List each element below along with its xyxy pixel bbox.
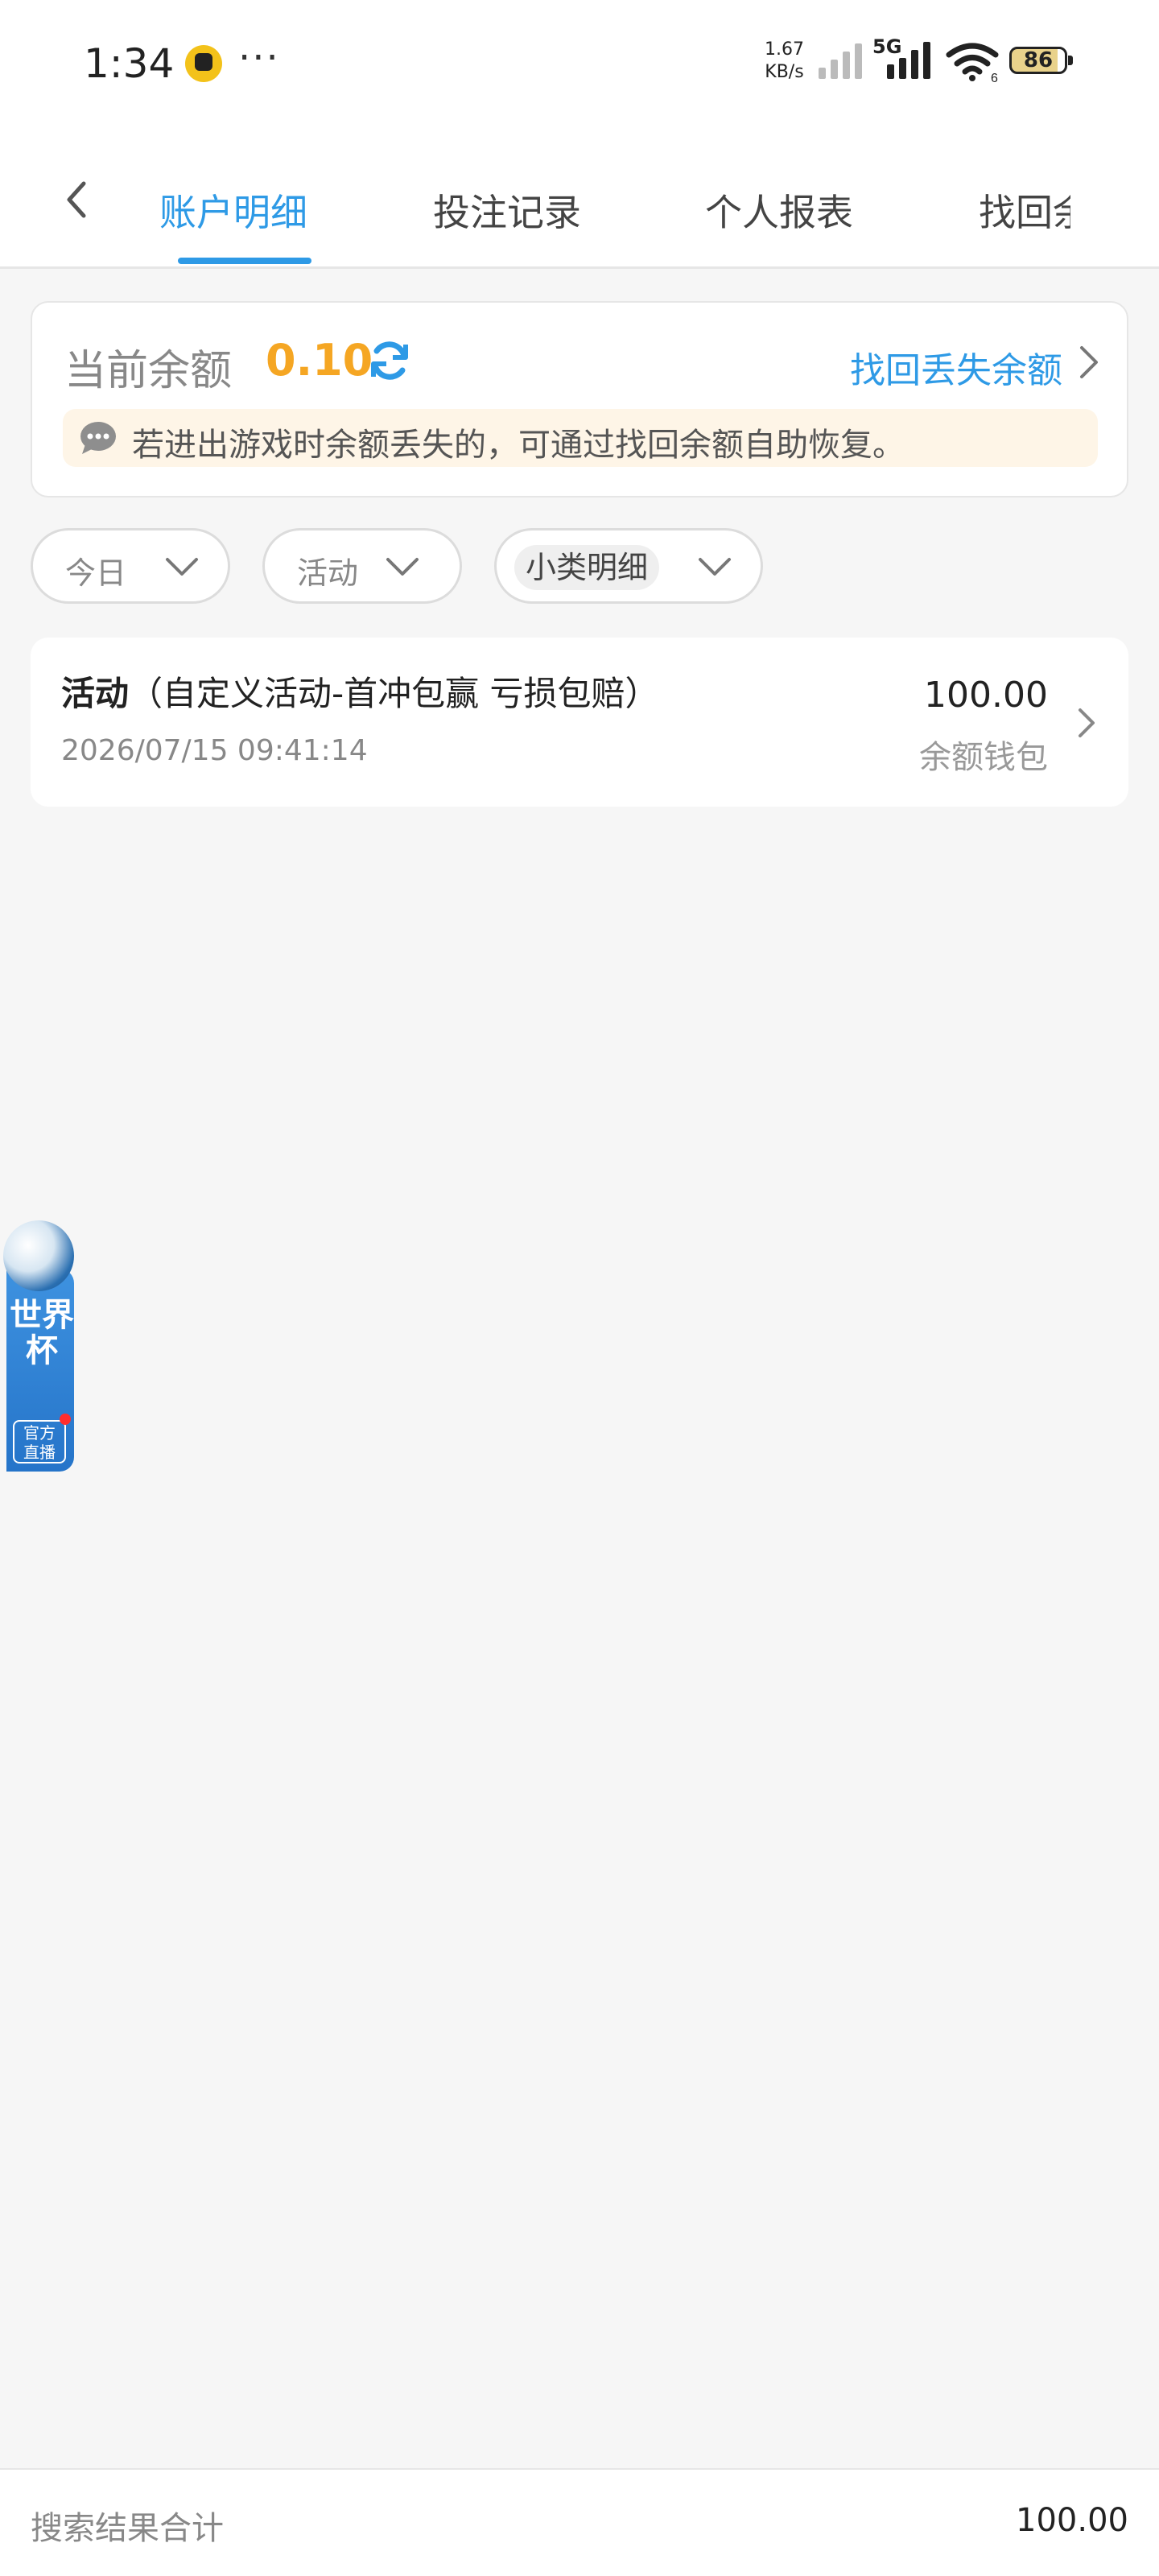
active-tab-indicator — [178, 258, 311, 264]
more-notifications-icon: ··· — [238, 35, 280, 80]
status-time: 1:34 — [84, 40, 175, 87]
chevron-down-icon — [699, 558, 731, 576]
net-speed: 1.67 KB/s — [765, 39, 804, 84]
subcategory-filter-dropdown[interactable]: 小类明细 — [494, 528, 763, 604]
tab-bet-records[interactable]: 投注记录 — [433, 184, 581, 237]
notification-dot — [60, 1414, 71, 1425]
chevron-right-icon[interactable] — [1079, 345, 1099, 380]
record-amount: 100.00 — [924, 675, 1048, 716]
subcategory-filter-label: 小类明细 — [514, 545, 660, 590]
summary-bar: 搜索结果合计 100.00 — [0, 2468, 1159, 2576]
record-wallet: 余额钱包 — [919, 739, 1048, 776]
record-type: 活动 — [61, 674, 130, 713]
balance-card: 当前余额 0.10 找回丢失余额 若进出游戏时余额丢失的，可通过找回余额自助恢复… — [31, 301, 1128, 497]
balance-label: 当前余额 — [64, 347, 233, 395]
category-filter-dropdown[interactable]: 活动 — [262, 528, 462, 604]
category-filter-label: 活动 — [297, 555, 359, 591]
chevron-down-icon — [166, 558, 198, 576]
chevron-down-icon — [386, 558, 419, 576]
signal-sim1-icon — [819, 43, 862, 79]
refresh-icon[interactable] — [367, 338, 412, 383]
official-live-badge: 官方 直播 — [13, 1420, 66, 1463]
record-title: 活动（自定义活动-首冲包赢 亏损包赔） — [61, 667, 659, 716]
wifi-icon: 6 — [946, 43, 999, 82]
back-icon[interactable] — [60, 177, 95, 222]
record-detail: （自定义活动-首冲包赢 亏损包赔） — [129, 674, 659, 713]
app-notification-icon — [185, 45, 222, 82]
chat-bubble-icon — [80, 422, 116, 454]
tab-bar: 账户明细 投注记录 个人报表 找回余额 — [0, 129, 1159, 269]
balance-value: 0.10 — [266, 335, 373, 386]
badge-line1: 官方 — [23, 1423, 56, 1443]
summary-total: 100.00 — [1016, 2502, 1128, 2539]
chevron-right-icon — [1079, 708, 1095, 737]
widget-title: 世界杯 — [10, 1297, 74, 1369]
summary-label: 搜索结果合计 — [31, 2510, 224, 2547]
badge-line2: 直播 — [23, 1443, 56, 1462]
list-item[interactable]: 活动（自定义活动-首冲包赢 亏损包赔） 2026/07/15 09:41:14 … — [31, 638, 1128, 807]
net-speed-value: 1.67 — [765, 39, 804, 60]
status-bar: 1:34 ··· 1.67 KB/s 5G 6 86 — [0, 0, 1159, 129]
date-filter-dropdown[interactable]: 今日 — [31, 528, 230, 604]
battery-level: 86 — [1023, 48, 1054, 72]
football-icon — [3, 1220, 74, 1291]
signal-sim2-icon — [887, 42, 930, 79]
wifi-sub: 6 — [991, 72, 998, 82]
record-time: 2026/07/15 09:41:14 — [61, 734, 368, 767]
battery-icon: 86 — [1009, 47, 1073, 74]
tab-recover-balance[interactable]: 找回余额 — [979, 191, 1070, 234]
tab-account-details[interactable]: 账户明细 — [159, 184, 307, 237]
recover-notice: 若进出游戏时余额丢失的，可通过找回余额自助恢复。 — [63, 409, 1098, 467]
notice-text: 若进出游戏时余额丢失的，可通过找回余额自助恢复。 — [132, 427, 905, 464]
recover-balance-link[interactable]: 找回丢失余额 — [850, 341, 1062, 393]
world-cup-live-widget[interactable]: 世界杯 官方 直播 — [3, 1220, 74, 1472]
date-filter-label: 今日 — [65, 555, 127, 591]
tab-personal-report[interactable]: 个人报表 — [705, 184, 853, 237]
net-speed-unit: KB/s — [765, 62, 804, 82]
tab-recover-balance-container: 找回余额 — [979, 184, 1070, 237]
